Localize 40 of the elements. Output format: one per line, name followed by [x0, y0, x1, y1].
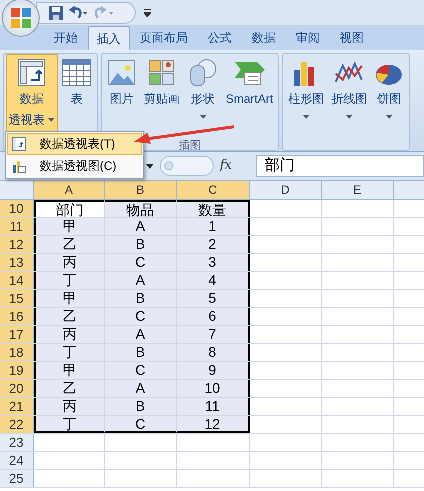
table-cell: 8 [177, 344, 250, 361]
table-cell: A [105, 272, 177, 289]
table-cell: 丁 [34, 272, 105, 289]
table-cell: 10 [177, 380, 250, 397]
table-cell: 9 [177, 362, 250, 379]
table-cell: 甲 [34, 362, 105, 379]
table-cell: 1 [177, 218, 250, 235]
table-cell: 甲 [34, 290, 105, 307]
table-cell: B [105, 290, 177, 307]
table-cell: A [105, 380, 177, 397]
table-cell: A [105, 326, 177, 343]
table-cell: 物品 [105, 200, 177, 217]
table-cell: 数量 [177, 200, 250, 217]
table-cell: B [105, 344, 177, 361]
table-cell: 12 [177, 416, 250, 433]
table-cell: A [105, 218, 177, 235]
table-cell: 乙 [34, 236, 105, 253]
table-cell: 丁 [34, 344, 105, 361]
table-cell: C [105, 308, 177, 325]
table-cell: 3 [177, 254, 250, 271]
table-cell: 4 [177, 272, 250, 289]
table-cell: C [105, 416, 177, 433]
table-cell: 丁 [34, 416, 105, 433]
table-cell: B [105, 236, 177, 253]
group-label: 插图 [179, 140, 202, 152]
table-cell: 部门 [34, 200, 105, 217]
table-cell: 丙 [34, 398, 105, 415]
table-cell: 5 [177, 290, 250, 307]
table-cell: B [105, 398, 177, 415]
table-cell: C [105, 254, 177, 271]
table-cell: 丙 [34, 254, 105, 271]
table-cell: 7 [177, 326, 250, 343]
table-cell: 2 [177, 236, 250, 253]
table-cell: 11 [177, 398, 250, 415]
table-cell: 6 [177, 308, 250, 325]
table-cell: 丙 [34, 326, 105, 343]
table-cell: 乙 [34, 380, 105, 397]
table-cell: C [105, 362, 177, 379]
table-cell: 乙 [34, 308, 105, 325]
table-cell: 甲 [34, 218, 105, 235]
